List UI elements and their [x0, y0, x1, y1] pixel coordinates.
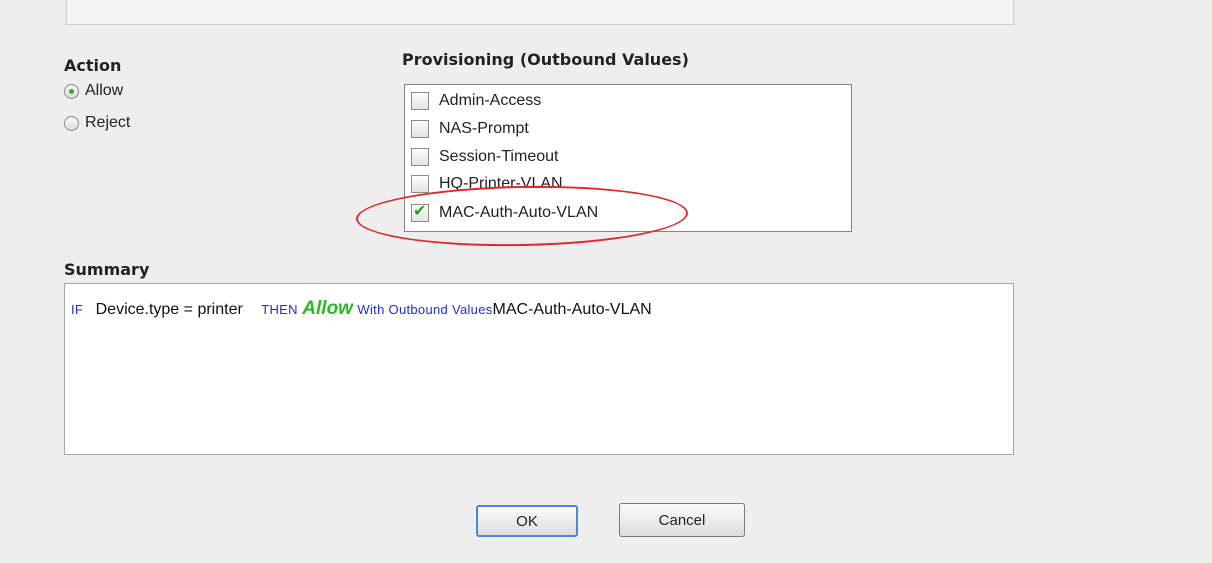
summary-rule-text: IF Device.type = printer THEN Allow With… — [71, 298, 652, 320]
summary-condition: Device.type = printer — [95, 301, 243, 318]
session-timeout-label: Session-Timeout — [439, 148, 559, 165]
summary-if-keyword: IF — [71, 302, 84, 317]
ok-button[interactable]: OK — [476, 505, 578, 537]
hq-printer-vlan-checkbox[interactable] — [411, 175, 429, 193]
summary-with-keyword: With Outbound Values — [357, 302, 493, 317]
nas-prompt-label: NAS-Prompt — [439, 120, 529, 137]
summary-action-word: Allow — [302, 298, 353, 319]
allow-radio-label: Allow — [85, 82, 124, 99]
list-item-admin-access[interactable]: Admin-Access — [411, 89, 541, 113]
session-timeout-checkbox[interactable] — [411, 148, 429, 166]
action-heading: Action — [64, 56, 122, 75]
cancel-button[interactable]: Cancel — [619, 503, 745, 537]
reject-radio-button[interactable] — [64, 115, 79, 131]
summary-heading: Summary — [64, 260, 150, 279]
summary-box: IF Device.type = printer THEN Allow With… — [64, 283, 1014, 455]
admin-access-checkbox[interactable] — [411, 92, 429, 110]
reject-radio-option[interactable]: Reject — [64, 114, 130, 132]
list-item-nas-prompt[interactable]: NAS-Prompt — [411, 117, 529, 141]
summary-then-keyword: THEN — [261, 302, 298, 317]
provisioning-heading: Provisioning (Outbound Values) — [402, 50, 689, 69]
reject-radio-label: Reject — [85, 114, 131, 131]
summary-outbound-value: MAC-Auth-Auto-VLAN — [492, 301, 652, 318]
allow-radio-option[interactable]: Allow — [64, 82, 123, 100]
nas-prompt-checkbox[interactable] — [411, 120, 429, 138]
top-panel — [66, 0, 1014, 25]
allow-radio-button[interactable] — [64, 83, 79, 99]
admin-access-label: Admin-Access — [439, 92, 542, 109]
list-item-session-timeout[interactable]: Session-Timeout — [411, 145, 558, 169]
